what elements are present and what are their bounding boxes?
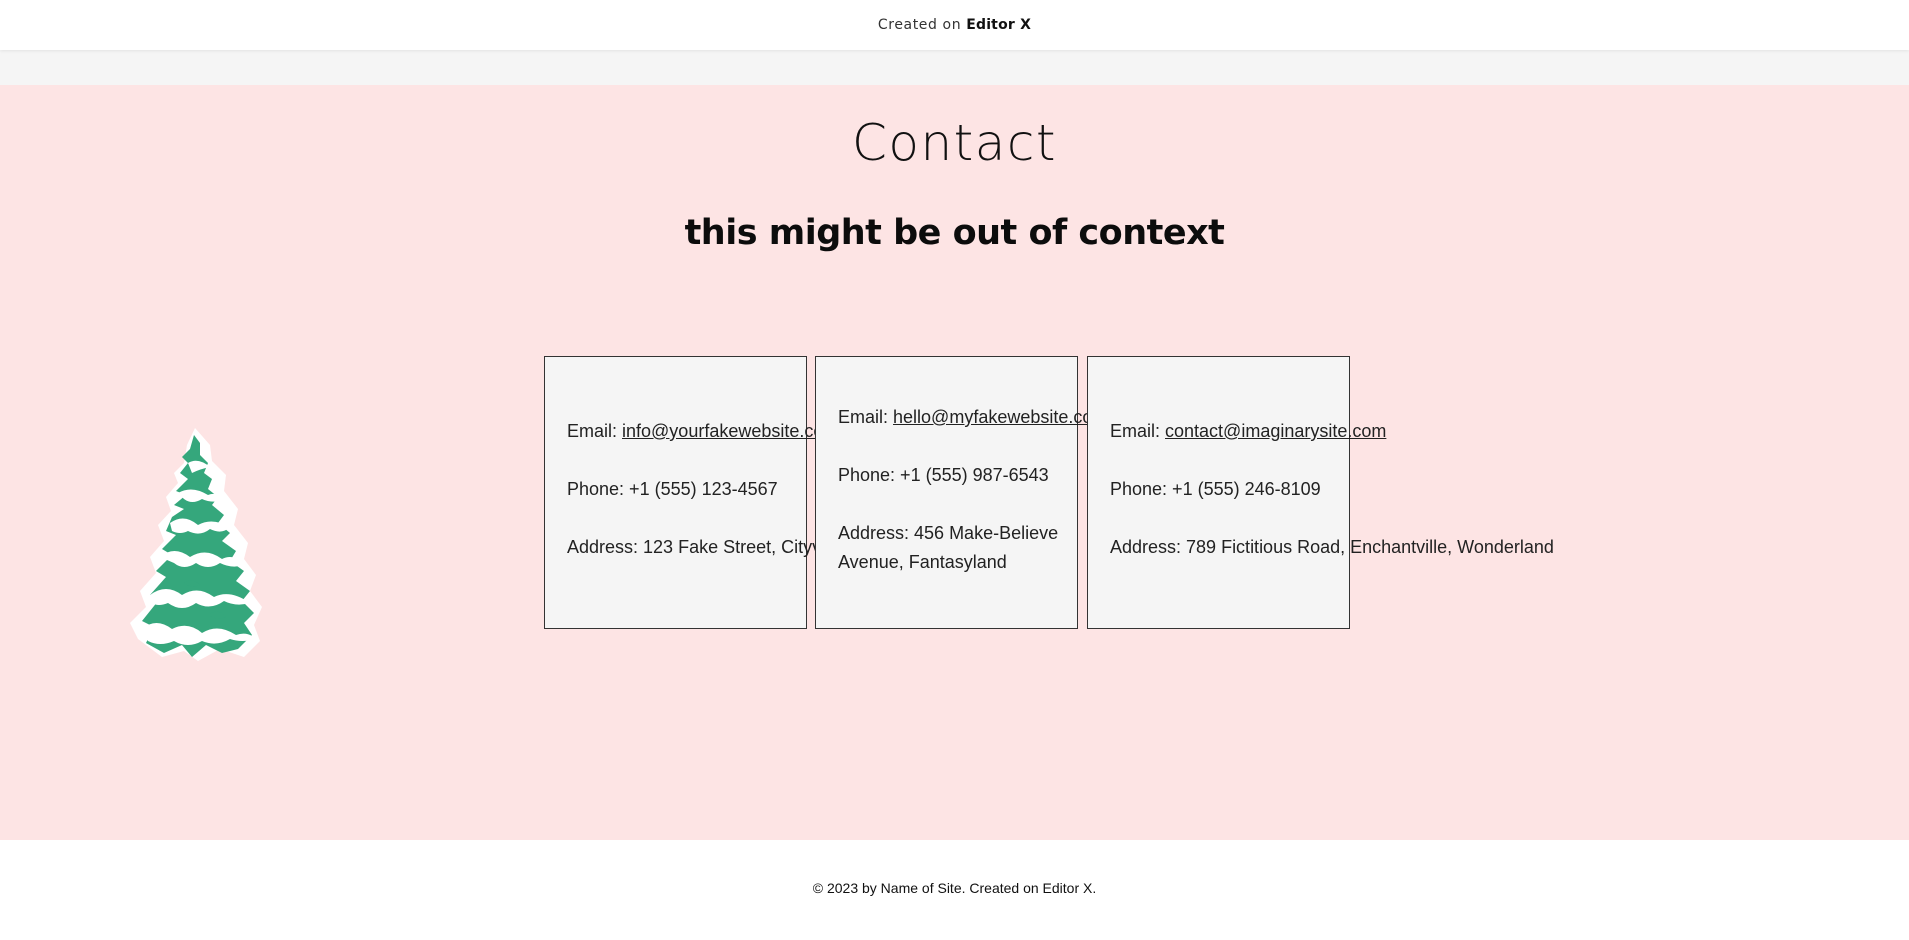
contact-card: Email: info@yourfakewebsite.com Phone: +… <box>544 356 818 629</box>
phone-line: Phone: +1 (555) 987-6543 <box>838 465 1049 485</box>
snowy-pine-tree-icon <box>126 345 266 665</box>
email-link[interactable]: hello@myfakewebsite.com <box>893 407 1089 427</box>
email-link[interactable]: contact@imaginarysite.com <box>1165 421 1386 441</box>
contact-card: Email: hello@myfakewebsite.com Phone: +1… <box>815 356 1089 629</box>
email-line: Email: info@yourfakewebsite.com <box>567 417 818 446</box>
editor-x-banner[interactable]: Created on Editor X <box>0 0 1909 50</box>
contact-subtitle: this might be out of context <box>684 213 1225 253</box>
address-line: Address: 456 Make-Believe Avenue, Fantas… <box>838 523 1059 572</box>
email-label: Email: <box>1110 421 1166 441</box>
contact-card: Email: contact@imaginarysite.com Phone: … <box>1087 356 1554 629</box>
phone-line: Phone: +1 (555) 123-4567 <box>567 479 778 499</box>
header-strip <box>0 50 1909 85</box>
address-line: Address: 123 Fake Street, Cityville, Ima… <box>567 537 818 557</box>
email-line: Email: hello@myfakewebsite.com <box>838 403 1089 432</box>
site-footer: © 2023 by Name of Site. Created on Edito… <box>0 840 1909 940</box>
footer-copyright: © 2023 by Name of Site. Created on Edito… <box>812 880 1097 896</box>
email-link[interactable]: info@yourfakewebsite.com <box>622 421 818 441</box>
phone-line: Phone: +1 (555) 246-8109 <box>1110 479 1321 499</box>
email-label: Email: <box>567 421 623 441</box>
address-line: Address: 789 Fictitious Road, Enchantvil… <box>1110 537 1554 557</box>
banner-brand-link[interactable]: Editor X <box>966 17 1031 33</box>
email-label: Email: <box>838 407 894 427</box>
email-line: Email: contact@imaginarysite.com <box>1110 417 1386 446</box>
contact-title: Contact <box>851 114 1058 172</box>
banner-created-on-text: Created on <box>877 17 962 33</box>
